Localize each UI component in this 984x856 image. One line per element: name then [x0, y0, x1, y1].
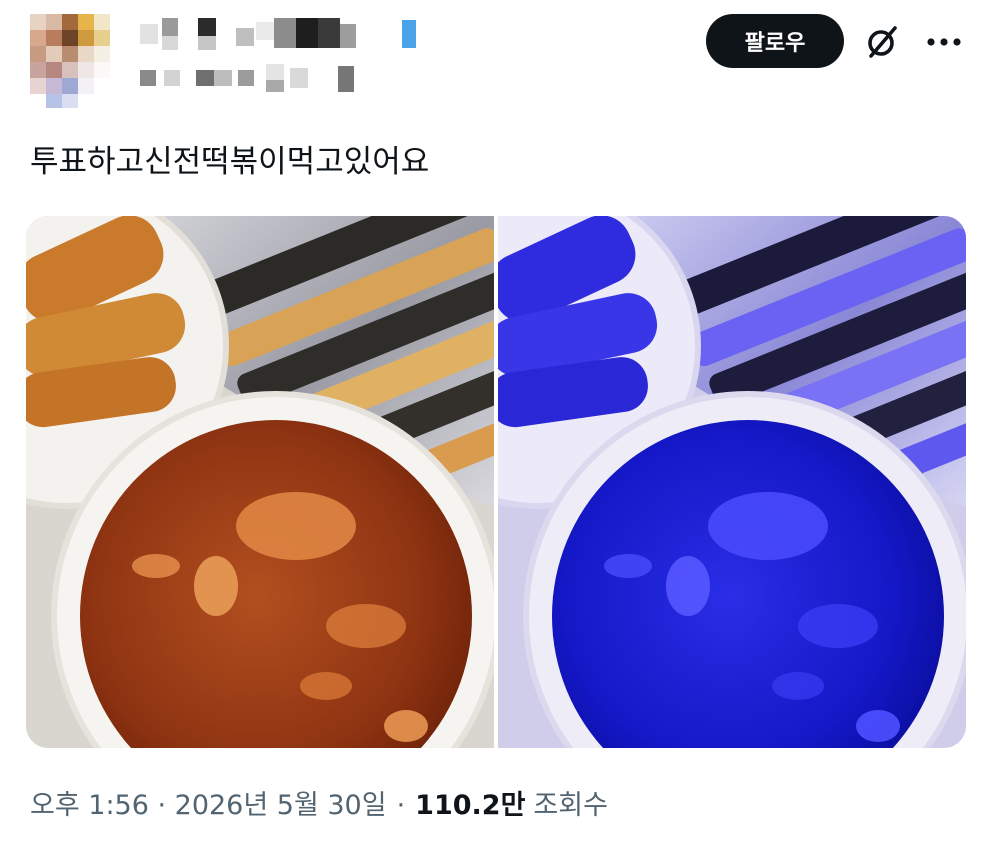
photo-blue-filtered[interactable] [498, 216, 966, 748]
more-dots-icon[interactable] [920, 22, 968, 62]
photo-normal-render [26, 216, 494, 748]
tweet-header: 팔로우 [0, 0, 984, 120]
user-handle-redacted[interactable] [140, 64, 370, 98]
grok-slash-icon[interactable] [860, 20, 904, 64]
meta-separator: · [396, 790, 406, 821]
photo-blue-render [498, 216, 966, 748]
media-grid [26, 216, 966, 748]
grok-slash-icon-glyph [868, 26, 897, 58]
tweet-meta: 오후 1:56 · 2026년 5월 30일 · 110.2만 조회수 [30, 786, 608, 826]
views-label: 조회수 [533, 790, 608, 821]
photo-normal[interactable] [26, 216, 494, 748]
avatar[interactable] [30, 14, 110, 108]
follow-button[interactable]: 팔로우 [706, 14, 844, 68]
tweet-timestamp[interactable]: 오후 1:56 · 2026년 5월 30일 [30, 786, 387, 826]
display-name-redacted[interactable] [140, 18, 430, 52]
more-dots-glyph [927, 38, 961, 46]
tweet-text: 투표하고신전떡볶이먹고있어요 [30, 144, 430, 180]
views-count[interactable]: 110.2만 [415, 786, 525, 826]
